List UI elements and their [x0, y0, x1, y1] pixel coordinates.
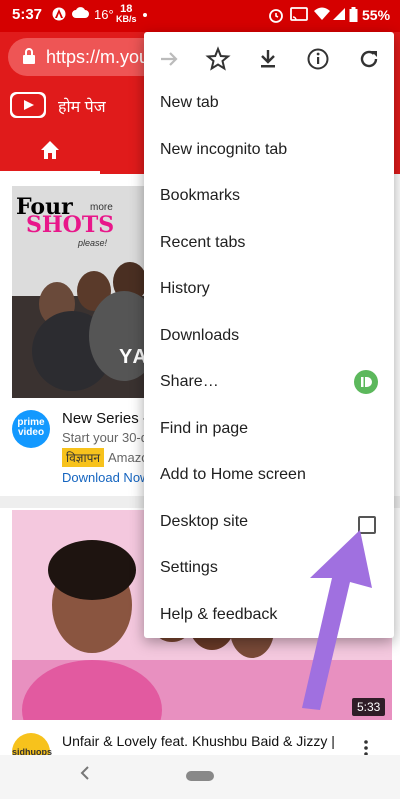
page-title: होम पेज — [58, 99, 106, 116]
app-notification-icon — [52, 7, 66, 24]
system-nav-bar — [0, 755, 400, 799]
ad-badge: विज्ञापन — [62, 448, 105, 467]
tab-home[interactable] — [38, 138, 62, 167]
menu-item-settings[interactable]: Settings — [160, 559, 218, 577]
back-icon[interactable] — [80, 765, 90, 786]
channel-avatar[interactable]: prime video — [12, 410, 50, 448]
lock-icon — [23, 48, 35, 64]
data-speed-indicator: 18 KB/s — [116, 3, 137, 24]
menu-item-recent-tabs[interactable]: Recent tabs — [160, 234, 245, 252]
bookmark-star-icon[interactable] — [205, 46, 231, 72]
reload-icon[interactable] — [356, 46, 382, 72]
thumbnail-logo-please: please! — [78, 238, 108, 248]
info-icon[interactable] — [305, 46, 331, 72]
menu-item-history[interactable]: History — [160, 280, 210, 298]
menu-item-new-tab[interactable]: New tab — [160, 94, 219, 112]
thumbnail-logo-shots: SHOTS — [26, 212, 115, 238]
battery-icon — [349, 7, 358, 25]
temperature-text: 16° — [94, 7, 114, 22]
battery-percent: 55% — [362, 7, 391, 23]
download-icon[interactable] — [255, 46, 281, 72]
url-text[interactable]: https://m.yout — [46, 47, 154, 68]
status-bar: 5:37 16° 18 KB/s 55% — [0, 0, 400, 32]
weather-cloud-icon — [72, 7, 90, 22]
prime-logo-line1: prime — [17, 417, 45, 428]
notification-dot-icon — [143, 13, 147, 17]
cast-icon — [290, 7, 308, 24]
annotation-arrow-icon — [302, 530, 372, 710]
prime-logo-line2: video — [17, 427, 45, 438]
menu-icon-row — [144, 32, 394, 86]
download-now-link[interactable]: Download Now — [62, 470, 149, 485]
youtube-logo-icon[interactable] — [10, 92, 46, 118]
wifi-icon — [314, 7, 330, 24]
ad-brand: Amazo — [108, 450, 149, 465]
pushbullet-app-icon[interactable] — [354, 370, 378, 394]
video-subtitle: Start your 30-da — [62, 430, 156, 445]
menu-item-add-to-home-screen[interactable]: Add to Home screen — [160, 466, 306, 484]
menu-item-share[interactable]: Share… — [160, 373, 219, 391]
menu-item-new-incognito-tab[interactable]: New incognito tab — [160, 141, 287, 159]
signal-icon — [332, 7, 346, 24]
data-speed-unit: KB/s — [116, 14, 137, 24]
menu-item-bookmarks[interactable]: Bookmarks — [160, 187, 240, 205]
status-time: 5:37 — [12, 6, 43, 23]
menu-item-help-feedback[interactable]: Help & feedback — [160, 606, 277, 624]
home-icon — [41, 141, 59, 159]
alarm-icon — [268, 7, 284, 26]
menu-item-downloads[interactable]: Downloads — [160, 327, 239, 345]
menu-item-desktop-site[interactable]: Desktop site — [160, 513, 248, 531]
video-title-2[interactable]: Unfair & Lovely feat. Khushbu Baid & Jiz… — [62, 733, 335, 749]
forward-icon[interactable] — [156, 46, 182, 72]
home-pill-button[interactable] — [186, 771, 214, 781]
menu-item-find-in-page[interactable]: Find in page — [160, 420, 248, 438]
